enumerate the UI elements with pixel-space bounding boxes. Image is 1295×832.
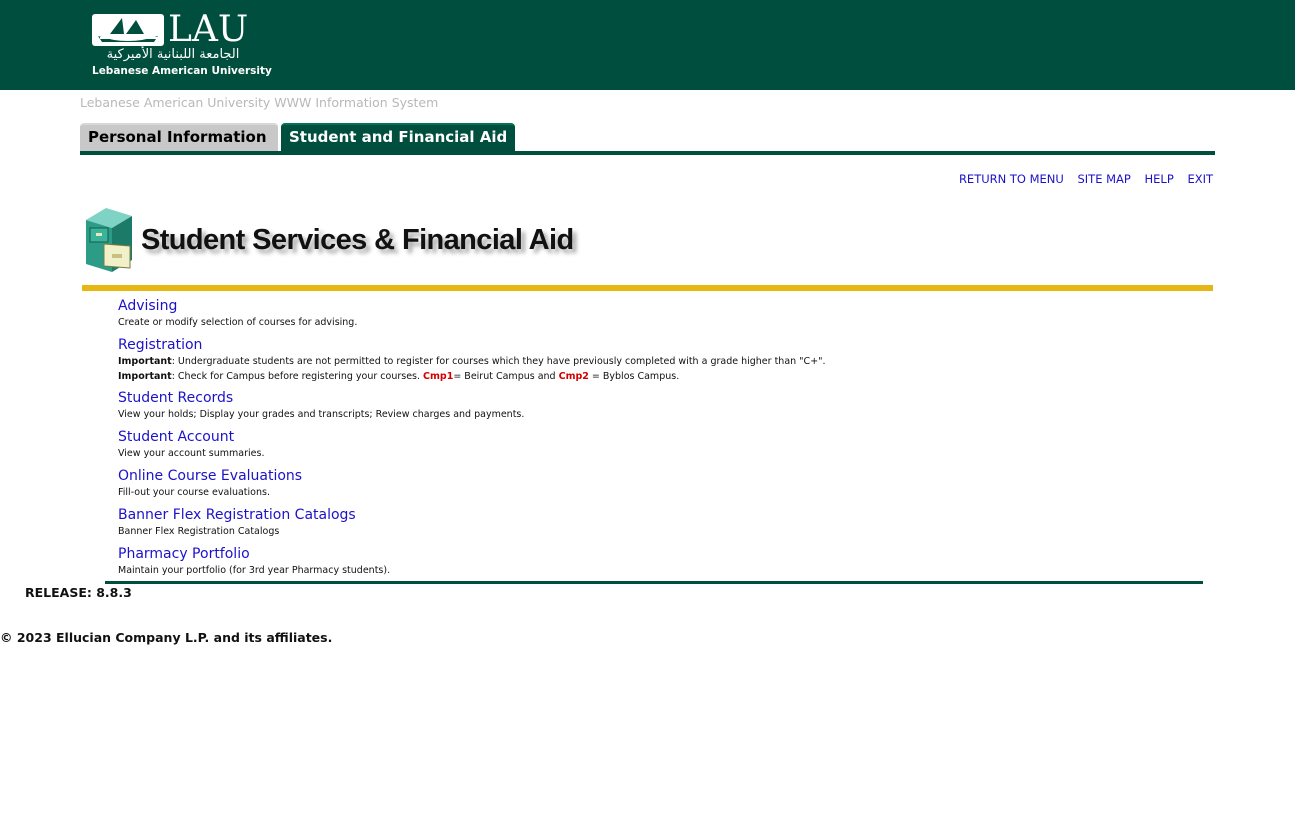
- logo-subtitle: Lebanese American University: [92, 65, 272, 77]
- note-text: : Check for Campus before registering yo…: [171, 371, 424, 382]
- tab-underline: [80, 151, 1215, 155]
- note-text: = Byblos Campus.: [588, 371, 680, 382]
- registration-note-campus: Important: Check for Campus before regis…: [118, 369, 826, 384]
- student-account-link[interactable]: Student Account: [118, 428, 264, 446]
- tab-personal-information[interactable]: Personal Information: [80, 123, 278, 152]
- file-cabinet-icon: [86, 208, 132, 272]
- ship-logo-icon: [92, 14, 164, 46]
- menu-item-registration: Registration Important: Undergraduate st…: [118, 336, 826, 384]
- page-title: Student Services & Financial Aid: [141, 224, 574, 256]
- exit-link[interactable]: EXIT: [1187, 172, 1213, 186]
- return-to-menu-link[interactable]: RETURN TO MENU: [959, 172, 1064, 186]
- system-name: Lebanese American University WWW Informa…: [80, 95, 439, 110]
- bottom-divider: [105, 581, 1203, 584]
- logo-wordmark: LAU: [168, 9, 249, 50]
- menu-item-description: Fill-out your course evaluations.: [118, 487, 270, 498]
- campus-code-cmp2: Cmp2: [558, 371, 589, 382]
- header-band: LAU الجامعة اللبنانية الأميركية Lebanese…: [0, 0, 1295, 90]
- important-label: Important: [118, 356, 172, 367]
- site-map-link[interactable]: SITE MAP: [1077, 172, 1130, 186]
- help-link[interactable]: HELP: [1145, 172, 1174, 186]
- campus-code-cmp1: Cmp1: [423, 371, 454, 382]
- banner-flex-catalogs-link[interactable]: Banner Flex Registration Catalogs: [118, 506, 356, 524]
- gold-divider: [82, 285, 1213, 291]
- student-records-link[interactable]: Student Records: [118, 389, 524, 407]
- registration-note-grades: Important: Undergraduate students are no…: [118, 354, 826, 369]
- menu-item-description: View your account summaries.: [118, 448, 265, 459]
- advising-link[interactable]: Advising: [118, 297, 357, 315]
- menu-item-description: Banner Flex Registration Catalogs: [118, 526, 280, 537]
- menu-item-description: View your holds; Display your grades and…: [118, 409, 525, 420]
- registration-link[interactable]: Registration: [118, 336, 826, 354]
- tab-student-and-financial-aid[interactable]: Student and Financial Aid: [281, 123, 515, 152]
- menu-item-student-records: Student Records View your holds; Display…: [118, 389, 524, 422]
- menu-item-banner-flex: Banner Flex Registration Catalogs Banner…: [118, 506, 356, 539]
- menu-item-description: Create or modify selection of courses fo…: [118, 317, 358, 328]
- menu-item-description: Maintain your portfolio (for 3rd year Ph…: [118, 565, 391, 576]
- menu-item-online-course-evaluations: Online Course Evaluations Fill-out your …: [118, 467, 302, 500]
- lau-logo[interactable]: LAU الجامعة اللبنانية الأميركية Lebanese…: [92, 9, 272, 80]
- top-nav-links: RETURN TO MENU SITE MAP HELP EXIT: [949, 172, 1213, 186]
- note-text: : Undergraduate students are not permitt…: [171, 356, 826, 367]
- logo-arabic-name: الجامعة اللبنانية الأميركية: [106, 47, 240, 62]
- note-text: = Beirut Campus and: [453, 371, 559, 382]
- release-version: RELEASE: 8.8.3: [25, 585, 132, 600]
- online-course-evaluations-link[interactable]: Online Course Evaluations: [118, 467, 302, 485]
- important-label: Important: [118, 371, 172, 382]
- pharmacy-portfolio-link[interactable]: Pharmacy Portfolio: [118, 545, 390, 563]
- menu-item-pharmacy-portfolio: Pharmacy Portfolio Maintain your portfol…: [118, 545, 390, 578]
- menu-item-advising: Advising Create or modify selection of c…: [118, 297, 357, 330]
- menu-item-student-account: Student Account View your account summar…: [118, 428, 264, 461]
- copyright-notice: © 2023 Ellucian Company L.P. and its aff…: [0, 630, 333, 645]
